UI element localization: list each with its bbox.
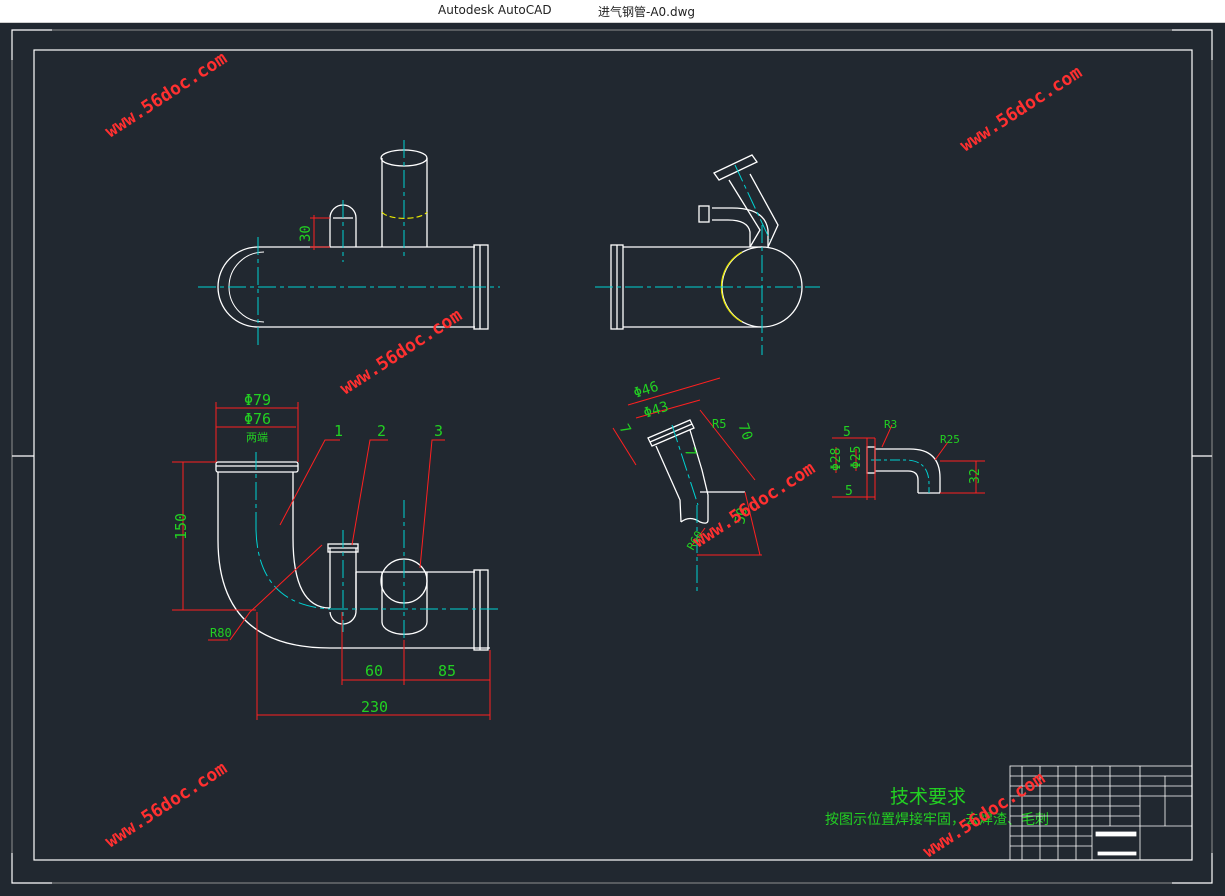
watermark-4: www.56doc.com [689, 458, 819, 552]
app-name: Autodesk AutoCAD [438, 3, 552, 17]
balloon-3: 3 [434, 422, 443, 440]
watermark-5: www.56doc.com [101, 758, 231, 852]
dim-32: 32 [968, 468, 983, 484]
balloon-2: 2 [377, 422, 386, 440]
dim-phi28: Φ28 [829, 448, 844, 471]
watermark-3: www.56doc.com [336, 305, 466, 399]
drawing-frame [11, 29, 1213, 884]
dim-phi43: Φ43 [642, 399, 671, 422]
dim-r25: R25 [940, 433, 960, 446]
detail-view-part1: 5 5 R3 R25 Φ28 Φ25 32 [829, 418, 985, 500]
file-name-tab[interactable]: 进气钢管-A0.dwg [598, 3, 695, 20]
dim-7-right: 7 [681, 446, 699, 459]
dim-230: 230 [361, 698, 388, 716]
side-view-top [595, 154, 820, 355]
drawing-svg: 30 Φ79 Φ76 两端 150 R80 60 85 230 1 2 3 Φ4… [11, 29, 1213, 884]
dim-phi46: Φ46 [632, 379, 661, 402]
dim-r3: R3 [884, 418, 897, 431]
dim-r80: R80 [210, 626, 232, 640]
dim-60: 60 [365, 662, 383, 680]
title-bar: Autodesk AutoCAD 进气钢管-A0.dwg [0, 0, 1225, 23]
dim-phi76: Φ76 [244, 410, 271, 428]
dim-phi25: Φ25 [849, 446, 864, 469]
dim-30: 30 [298, 225, 314, 242]
tech-text: 按图示位置焊接牢固，去焊渣、毛刺 [825, 811, 1049, 828]
main-view-bottom: Φ79 Φ76 两端 150 R80 60 85 230 1 2 3 [172, 391, 500, 720]
dim-7-left: 7 [616, 422, 634, 437]
watermark-1: www.56doc.com [101, 48, 231, 142]
drawing-canvas[interactable]: 30 Φ79 Φ76 两端 150 R80 60 85 230 1 2 3 Φ4… [0, 22, 1225, 892]
dim-r5: R5 [712, 417, 726, 431]
dim-85: 85 [438, 662, 456, 680]
detail-view-part2: Φ46 Φ43 7 7 R5 70 50 R60 [612, 377, 762, 595]
dim-70: 70 [735, 421, 756, 442]
both-ends-note: 两端 [246, 431, 268, 444]
tech-title: 技术要求 [890, 786, 966, 808]
dim-5-top: 5 [843, 425, 851, 440]
dim-phi79: Φ79 [244, 391, 271, 409]
balloon-1: 1 [334, 422, 343, 440]
dim-5-bottom: 5 [845, 484, 853, 499]
dim-150: 150 [172, 513, 190, 540]
watermark-2: www.56doc.com [956, 62, 1086, 156]
